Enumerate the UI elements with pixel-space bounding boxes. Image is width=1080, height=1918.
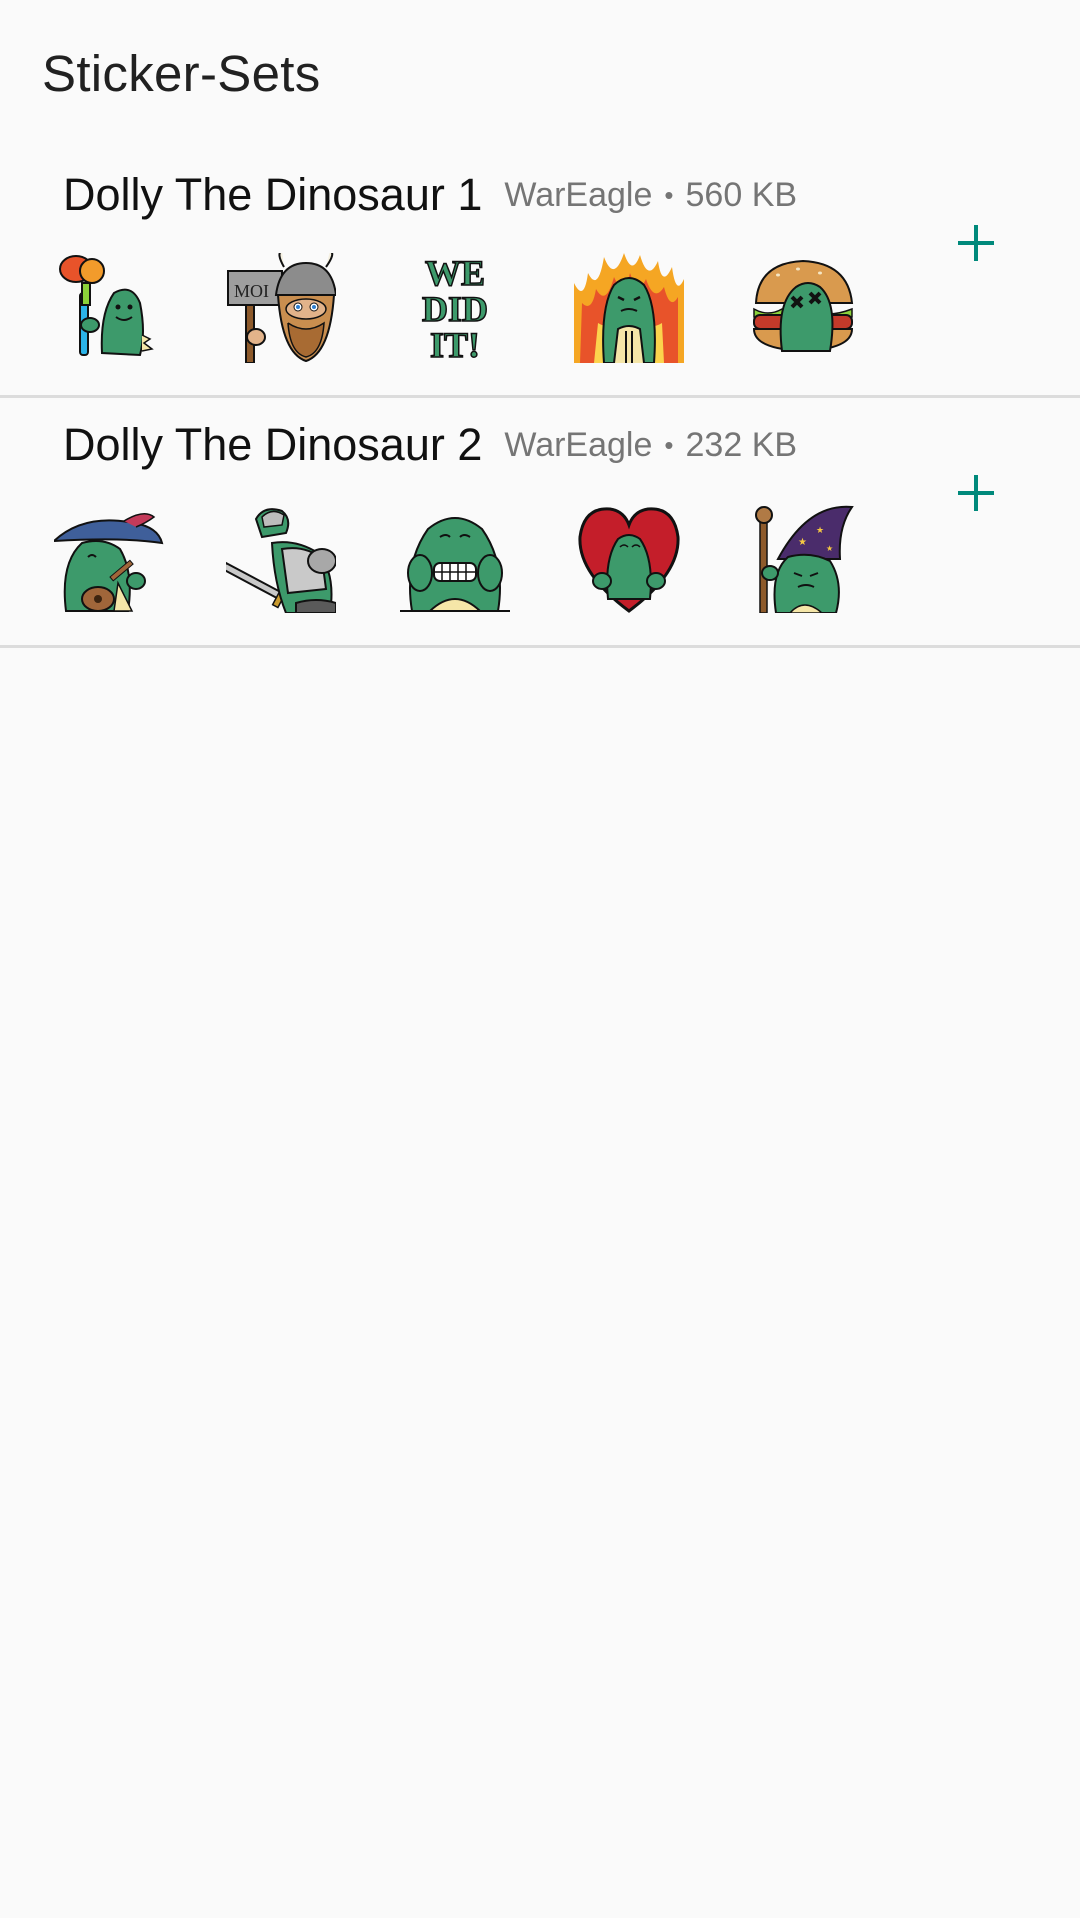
pack-size: 232 KB (685, 425, 798, 464)
pack-name: Dolly The Dinosaur 1 (63, 169, 483, 220)
sticker-sets-screen: Sticker-Sets Dolly The Dinosaur 1 WarEag… (0, 0, 1080, 1918)
pack-header: Dolly The Dinosaur 1 WarEagle • 560 KB (63, 150, 797, 240)
dino-wizard-sticker: ★ ★ ★ (748, 503, 858, 613)
page-title: Sticker-Sets (42, 45, 321, 102)
sign-text: MOI (234, 281, 269, 301)
dino-grimace-sticker (400, 503, 510, 613)
svg-text:★: ★ (798, 537, 807, 548)
sticker-text-line: WE (425, 253, 485, 293)
pack-name: Dolly The Dinosaur 2 (63, 419, 483, 470)
add-pack-button[interactable] (941, 458, 1011, 528)
meta-separator: • (664, 429, 674, 460)
dino-bard-sticker (54, 503, 164, 613)
svg-text:★: ★ (816, 525, 824, 535)
meta-separator: • (664, 179, 674, 210)
sticker-text-line: IT! (430, 325, 480, 363)
viking-sign-sticker: MOI (226, 253, 336, 363)
sticker-text-line: DID (422, 289, 488, 329)
svg-text:★: ★ (826, 544, 833, 553)
sticker-pack-row[interactable]: Dolly The Dinosaur 1 WarEagle • 560 KB M… (0, 150, 1080, 398)
plus-icon (958, 225, 994, 261)
dino-burger-sticker (748, 253, 858, 363)
pack-header: Dolly The Dinosaur 2 WarEagle • 232 KB (63, 400, 797, 490)
we-did-it-sticker: WE DID IT! (400, 253, 510, 363)
dino-fire-sticker (574, 253, 684, 363)
dino-knight-sticker (226, 503, 336, 613)
dino-heart-sticker (574, 503, 684, 613)
sticker-pack-row[interactable]: Dolly The Dinosaur 2 WarEagle • 232 KB ★… (0, 400, 1080, 648)
pack-publisher: WarEagle (504, 175, 653, 214)
pack-publisher: WarEagle (504, 425, 653, 464)
add-pack-button[interactable] (941, 208, 1011, 278)
pack-size: 560 KB (685, 175, 798, 214)
plus-icon (958, 475, 994, 511)
dino-hammer-sticker (54, 253, 164, 363)
